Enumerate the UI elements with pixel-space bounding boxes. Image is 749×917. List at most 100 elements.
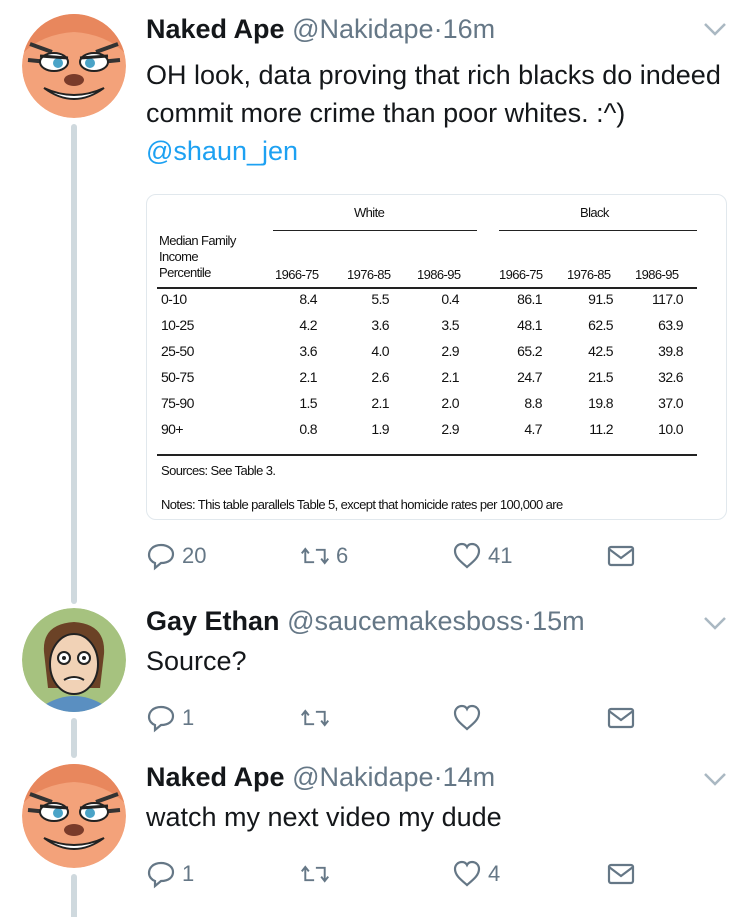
message-icon (607, 863, 635, 885)
table-cell: 3.5 (441, 317, 459, 333)
like-button[interactable]: 41 (452, 538, 512, 574)
table-cell: 2.0 (441, 395, 459, 411)
table-cell: 1.5 (299, 395, 317, 411)
avatar-tiger[interactable] (22, 764, 126, 868)
table-cell: 3.6 (299, 343, 317, 359)
rowhead-line-3: Percentile (159, 265, 211, 280)
retweet-icon (301, 865, 329, 883)
table-cell: 8.8 (524, 395, 542, 411)
table-row-label: 10-25 (161, 317, 194, 333)
message-button[interactable] (606, 700, 636, 736)
timestamp[interactable]: 14m (443, 762, 496, 792)
avatar-cartoon-man[interactable] (22, 608, 126, 712)
tweet-1[interactable]: Naked Ape @Nakidape·16m OH look, data pr… (0, 0, 749, 604)
separator-dot: · (433, 14, 443, 44)
period-header: 1976-85 (347, 267, 391, 282)
like-icon (453, 860, 481, 887)
tweet-2[interactable]: Gay Ethan @saucemakesboss·15m Source? 1 (0, 590, 749, 758)
handle[interactable]: @Nakidape (292, 14, 434, 44)
display-name[interactable]: Gay Ethan (146, 606, 280, 636)
table-cell: 2.6 (371, 369, 389, 385)
data-table-image: White Black Median Family Income Percent… (147, 195, 726, 519)
period-header: 1976-85 (567, 267, 611, 282)
table-row-label: 50-75 (161, 369, 194, 385)
tweet-text: watch my next video my dude (146, 802, 502, 832)
thread-line (71, 590, 77, 602)
reply-count: 1 (182, 705, 195, 730)
table-cell: 4.7 (524, 421, 542, 437)
tweet-header: Naked Ape @Nakidape·16m (146, 14, 495, 45)
tweet-header: Naked Ape @Nakidape·14m (146, 762, 495, 793)
period-header: 1966-75 (499, 267, 543, 282)
table-cell: 65.2 (517, 343, 542, 359)
message-button[interactable] (606, 538, 636, 574)
caret-down-icon[interactable] (702, 770, 728, 788)
table-cell: 1.9 (371, 421, 389, 437)
handle[interactable]: @saucemakesboss (287, 606, 523, 636)
table-cell: 91.5 (588, 291, 613, 307)
table-row-label: 25-50 (161, 343, 194, 359)
reply-button[interactable]: 20 (146, 538, 206, 574)
message-icon (607, 545, 635, 567)
table-cell: 42.5 (588, 343, 613, 359)
group-white-header: White (354, 205, 385, 220)
retweet-icon (301, 709, 329, 727)
table-cell: 0.4 (441, 291, 459, 307)
message-button[interactable] (606, 856, 636, 892)
table-cell: 0.8 (299, 421, 317, 437)
tweet-3[interactable]: Naked Ape @Nakidape·14m watch my next vi… (0, 756, 749, 917)
like-button[interactable]: 4 (452, 856, 500, 892)
like-button[interactable] (452, 700, 482, 736)
table-cell: 48.1 (517, 317, 542, 333)
table-cell: 4.2 (299, 317, 317, 333)
table-sources: Sources: See Table 3. (161, 463, 276, 478)
avatar-tiger[interactable] (22, 14, 126, 118)
rule-header (157, 287, 697, 289)
table-cell: 2.1 (371, 395, 389, 411)
retweet-button[interactable] (300, 856, 330, 892)
table-cell: 11.2 (589, 421, 613, 437)
retweet-button[interactable] (300, 700, 330, 736)
reply-count: 1 (182, 861, 195, 886)
table-cell: 3.6 (371, 317, 389, 333)
rule-black (499, 230, 697, 231)
tweet-media-image[interactable]: White Black Median Family Income Percent… (146, 194, 727, 520)
separator-dot: · (523, 606, 533, 636)
reply-button[interactable]: 1 (146, 856, 194, 892)
table-cell: 19.8 (588, 395, 613, 411)
like-icon (453, 704, 481, 731)
display-name[interactable]: Naked Ape (146, 14, 285, 44)
thread-line (71, 874, 77, 917)
retweet-button[interactable]: 6 (300, 538, 348, 574)
period-header: 1986-95 (417, 267, 461, 282)
tweet-actions: 20 6 41 (146, 538, 646, 578)
mention-link[interactable]: @shaun_jen (146, 136, 298, 166)
handle[interactable]: @Nakidape (292, 762, 434, 792)
rule-white (273, 230, 477, 231)
like-count: 4 (488, 861, 501, 886)
reply-button[interactable]: 1 (146, 700, 194, 736)
caret-down-icon[interactable] (702, 614, 728, 632)
caret-down-icon[interactable] (702, 20, 728, 38)
table-cell: 2.9 (441, 421, 459, 437)
like-icon (453, 542, 481, 569)
table-cell: 10.0 (658, 421, 683, 437)
message-icon (607, 707, 635, 729)
tweet-actions: 1 (146, 700, 646, 740)
rowhead-line-1: Median Family (159, 233, 236, 248)
table-row-label: 0-10 (161, 291, 187, 307)
retweet-count: 6 (336, 543, 349, 568)
timestamp[interactable]: 15m (532, 606, 585, 636)
period-header: 1966-75 (275, 267, 319, 282)
reply-icon (147, 861, 175, 889)
table-cell: 2.9 (441, 343, 459, 359)
period-header: 1986-95 (635, 267, 679, 282)
display-name[interactable]: Naked Ape (146, 762, 285, 792)
rule-bottom (157, 454, 697, 456)
table-cell: 24.7 (517, 369, 542, 385)
table-notes: Notes: This table parallels Table 5, exc… (161, 497, 563, 512)
table-cell: 8.4 (299, 291, 317, 307)
timestamp[interactable]: 16m (443, 14, 496, 44)
table-row-label: 75-90 (161, 395, 194, 411)
table-cell: 39.8 (658, 343, 683, 359)
